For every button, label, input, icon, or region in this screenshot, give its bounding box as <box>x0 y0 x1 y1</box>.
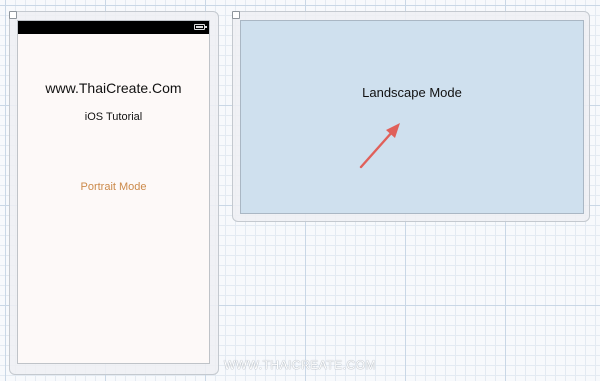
arrow-up-right-icon <box>359 123 400 169</box>
landscape-view[interactable]: Landscape Mode <box>240 20 584 214</box>
portrait-mode-label[interactable]: Portrait Mode <box>18 181 209 193</box>
scene-dock-handle[interactable] <box>9 11 17 19</box>
watermark: WWW.THAICREATE.COM <box>223 358 377 372</box>
landscape-mode-label[interactable]: Landscape Mode <box>241 85 583 100</box>
subtitle-label[interactable]: iOS Tutorial <box>18 111 209 123</box>
portrait-view[interactable]: www.ThaiCreate.Com iOS Tutorial Portrait… <box>17 20 210 364</box>
scene-dock-handle[interactable] <box>232 11 240 19</box>
battery-icon <box>194 24 207 30</box>
status-bar <box>18 21 209 34</box>
title-label[interactable]: www.ThaiCreate.Com <box>18 80 209 96</box>
